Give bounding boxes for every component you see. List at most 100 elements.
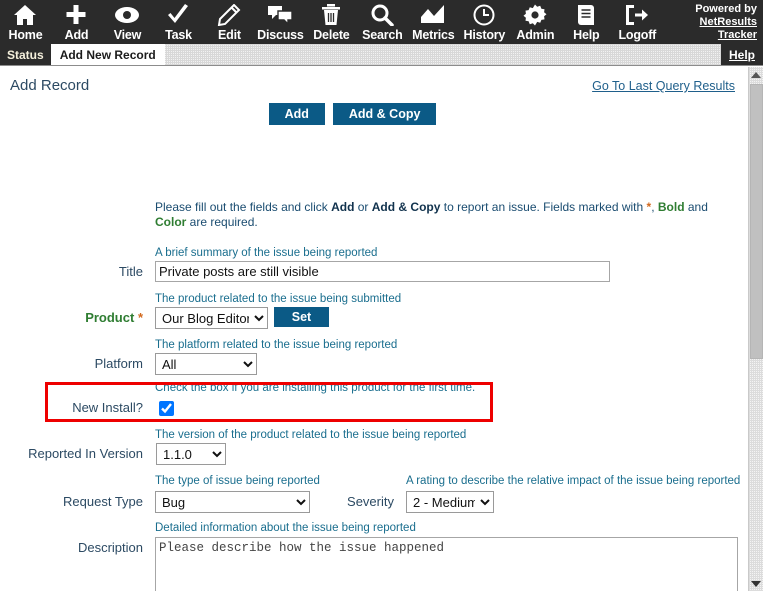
- field-title-label: Title: [118, 264, 143, 279]
- powered-by-block: Powered by NetResults Tracker: [663, 0, 763, 44]
- add-and-copy-button[interactable]: Add & Copy: [332, 103, 437, 125]
- form-instructions: Please fill out the fields and click Add…: [155, 200, 740, 230]
- product-set-button[interactable]: Set: [274, 307, 329, 327]
- instructions-part5: and: [684, 200, 708, 214]
- clock-icon: [471, 3, 497, 27]
- nav-item-search-label: Search: [362, 28, 403, 42]
- status-bar: Status Add New Record Help: [0, 44, 763, 66]
- instructions-part4: ,: [651, 200, 658, 214]
- field-severity-label: Severity: [347, 494, 394, 509]
- magnifier-icon: [369, 3, 395, 27]
- field-description: Detailed information about the issue bei…: [155, 522, 416, 534]
- instructions-part3: to report an issue. Fields marked with: [440, 200, 647, 214]
- nav-item-task-label: Task: [165, 28, 192, 42]
- pencil-icon: [216, 3, 242, 27]
- page-title: Add Record: [10, 77, 90, 94]
- field-reported-in-version-label: Reported In Version: [28, 446, 143, 461]
- nav-item-metrics-label: Metrics: [412, 28, 455, 42]
- instructions-add-copy: Add & Copy: [371, 200, 441, 214]
- scrollbar-thumb[interactable]: [750, 84, 763, 359]
- field-product-required-star: *: [137, 310, 143, 325]
- nav-item-help[interactable]: Help: [561, 0, 612, 44]
- field-new-install-label: New Install?: [72, 400, 143, 415]
- nav-item-admin-label: Admin: [516, 28, 555, 42]
- field-product: The product related to the issue being s…: [155, 293, 401, 305]
- instructions-bold-word: Bold: [657, 200, 685, 214]
- chart-line-icon: [420, 3, 446, 27]
- field-title-hint: A brief summary of the issue being repor…: [155, 247, 378, 259]
- platform-select[interactable]: All: [155, 353, 257, 375]
- netresults-tracker-link[interactable]: NetResults Tracker: [663, 16, 757, 42]
- home-icon: [12, 3, 38, 27]
- instructions-part6: are required.: [186, 215, 258, 229]
- nav-item-metrics[interactable]: Metrics: [408, 0, 459, 44]
- status-bar-label: Status: [0, 44, 51, 65]
- field-new-install: Check the box if you are installing this…: [155, 382, 475, 394]
- nav-item-admin[interactable]: Admin: [510, 0, 561, 44]
- field-title: A brief summary of the issue being repor…: [155, 247, 377, 259]
- main-toolbar: Home Add View Task Edit Discuss Delete S…: [0, 0, 763, 44]
- scroll-down-arrow-icon[interactable]: [749, 576, 763, 591]
- instructions-part1: Please fill out the fields and click: [155, 200, 332, 214]
- field-platform: The platform related to the issue being …: [155, 339, 397, 351]
- nav-item-search[interactable]: Search: [357, 0, 408, 44]
- nav-item-history-label: History: [463, 28, 506, 42]
- nav-item-logoff[interactable]: Logoff: [612, 0, 663, 44]
- field-platform-hint: The platform related to the issue being …: [155, 339, 398, 351]
- instructions-color-word: Color: [155, 215, 187, 229]
- check-icon: [165, 3, 191, 27]
- field-product-hint: The product related to the issue being s…: [155, 293, 402, 305]
- field-platform-label: Platform: [94, 356, 143, 371]
- nav-item-history[interactable]: History: [459, 0, 510, 44]
- field-new-install-hint: Check the box if you are installing this…: [155, 382, 476, 394]
- nav-item-add[interactable]: Add: [51, 0, 102, 44]
- plus-icon: [63, 3, 89, 27]
- gear-icon: [522, 3, 548, 27]
- exit-door-icon: [624, 3, 650, 27]
- form-action-buttons: Add Add & Copy: [0, 103, 705, 125]
- document-icon: [573, 3, 599, 27]
- nav-item-discuss-label: Discuss: [257, 28, 304, 42]
- request-type-select[interactable]: Bug: [155, 491, 310, 513]
- reported-in-version-select[interactable]: 1.1.0: [156, 443, 226, 465]
- nav-item-logoff-label: Logoff: [618, 28, 657, 42]
- speech-bubbles-icon: [267, 3, 294, 27]
- severity-select[interactable]: 2 - Medium: [406, 491, 494, 513]
- vertical-scrollbar[interactable]: [748, 67, 763, 591]
- field-request-type-hint: The type of issue being reported: [155, 475, 320, 487]
- powered-by-text: Powered by: [695, 2, 757, 15]
- nav-item-task[interactable]: Task: [153, 0, 204, 44]
- nav-item-delete[interactable]: Delete: [306, 0, 357, 44]
- field-product-label: Product *: [0, 310, 143, 325]
- add-button[interactable]: Add: [268, 103, 325, 125]
- go-to-last-query-results-link[interactable]: Go To Last Query Results: [592, 79, 735, 93]
- scroll-up-arrow-icon[interactable]: [749, 67, 763, 82]
- field-product-label-text: Product: [85, 310, 135, 325]
- instructions-part2: or: [354, 200, 372, 214]
- nav-item-home-label: Home: [8, 28, 43, 42]
- nav-item-delete-label: Delete: [313, 28, 350, 42]
- new-install-checkbox[interactable]: [159, 401, 174, 416]
- field-reported-in-version-hint: The version of the product related to th…: [155, 429, 467, 441]
- nav-item-discuss[interactable]: Discuss: [255, 0, 306, 44]
- field-severity: A rating to describe the relative impact…: [406, 475, 740, 487]
- description-textarea[interactable]: Please describe how the issue happened: [155, 537, 738, 591]
- status-bar-help-link[interactable]: Help: [720, 44, 763, 65]
- nav-item-view[interactable]: View: [102, 0, 153, 44]
- nav-item-help-label: Help: [573, 28, 600, 42]
- nav-item-edit-label: Edit: [218, 28, 241, 42]
- nav-item-view-label: View: [113, 28, 142, 42]
- field-description-hint: Detailed information about the issue bei…: [155, 522, 416, 534]
- product-select[interactable]: Our Blog Editor: [155, 307, 268, 329]
- field-request-type: The type of issue being reported: [155, 475, 320, 487]
- nav-item-home[interactable]: Home: [0, 0, 51, 44]
- status-bar-message: Add New Record: [50, 44, 165, 65]
- trash-icon: [318, 3, 344, 27]
- instructions-add: Add: [331, 200, 355, 214]
- field-reported-in-version: The version of the product related to th…: [155, 429, 466, 441]
- nav-item-edit[interactable]: Edit: [204, 0, 255, 44]
- eye-icon: [114, 3, 140, 27]
- title-input[interactable]: [155, 261, 610, 282]
- field-severity-hint: A rating to describe the relative impact…: [406, 475, 741, 487]
- field-description-label: Description: [77, 540, 143, 555]
